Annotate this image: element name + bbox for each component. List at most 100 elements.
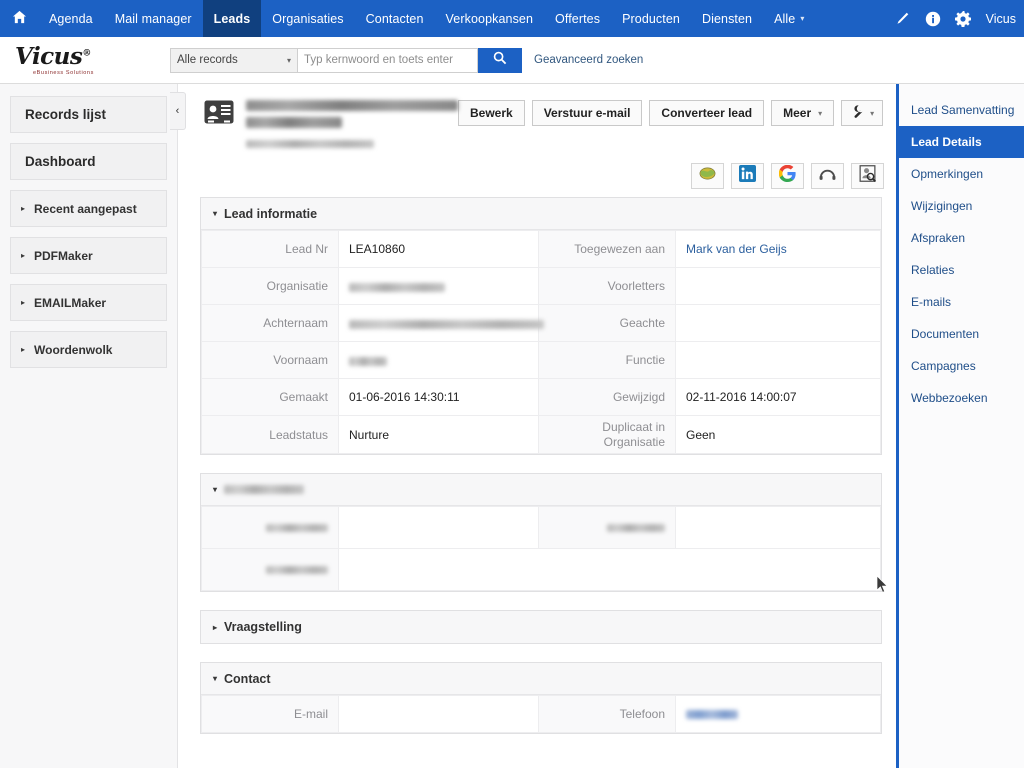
nav-item-organisaties[interactable]: Organisaties <box>261 0 354 37</box>
button-label: Converteer lead <box>661 106 753 120</box>
nav-item-label: Contacten <box>365 11 424 26</box>
chevron-right-icon: ▸ <box>213 622 218 632</box>
nav-item-producten[interactable]: Producten <box>611 0 691 37</box>
field-label <box>201 506 339 550</box>
converteer-lead-button[interactable]: Converteer lead <box>649 100 765 126</box>
field-label: Telefoon <box>538 695 676 734</box>
sidebar-item-woordenwolk[interactable]: ▸ Woordenwolk <box>10 331 167 368</box>
chevron-right-icon: ▸ <box>21 345 26 354</box>
top-navigation-bar: Agenda Mail manager Leads Organisaties Conta… <box>0 0 1024 37</box>
record-title-group <box>238 98 458 153</box>
gear-icon[interactable] <box>954 10 972 28</box>
field-label: Organisatie <box>201 267 339 306</box>
field-value[interactable] <box>675 506 881 550</box>
record-action-buttons: Bewerk Verstuur e-mail Converteer lead Meer… <box>458 98 896 126</box>
tab-documenten[interactable]: Documenten <box>899 318 1024 350</box>
sidebar-item-dashboard[interactable]: Dashboard <box>10 143 167 180</box>
user-menu[interactable]: Vicus <box>984 12 1016 26</box>
sidebar-item-label: Dashboard <box>25 154 96 169</box>
field-value[interactable]: LEA10860 <box>338 230 539 269</box>
pencil-icon[interactable] <box>894 10 912 28</box>
sidebar-item-pdfmaker[interactable]: ▸ PDFMaker <box>10 237 167 274</box>
tab-wijzigingen[interactable]: Wijzigingen <box>899 190 1024 222</box>
home-button[interactable] <box>0 0 38 37</box>
field-value-redacted <box>349 319 544 329</box>
logo-tagline: eBusiness Solutions <box>33 69 94 76</box>
record-title-redacted-line2 <box>246 117 342 128</box>
field-value[interactable]: Geen <box>675 415 881 455</box>
panel-header[interactable]: ▾ <box>201 474 881 507</box>
field-value[interactable] <box>338 341 539 380</box>
nav-item-mail-manager[interactable]: Mail manager <box>104 0 203 37</box>
nav-item-label: Producten <box>622 11 680 26</box>
nav-item-alle[interactable]: Alle ▾ <box>763 0 815 37</box>
field-value[interactable] <box>338 506 539 550</box>
field-value[interactable]: 02-11-2016 14:00:07 <box>675 378 881 417</box>
field-value[interactable] <box>675 267 881 306</box>
button-label: Verstuur e-mail <box>543 106 631 120</box>
field-value[interactable] <box>338 304 544 343</box>
google-lookup-button[interactable] <box>771 163 804 190</box>
tab-campagnes[interactable]: Campagnes <box>899 350 1024 382</box>
nav-item-label: Agenda <box>49 11 93 26</box>
field-label-redacted <box>266 566 328 575</box>
nav-item-leads[interactable]: Leads <box>202 0 262 37</box>
panel-header[interactable]: ▾ Lead informatie <box>201 198 881 231</box>
tools-button[interactable]: ▾ <box>841 100 884 126</box>
panel-header[interactable]: ▾ Contact <box>201 663 881 696</box>
field-value-redacted <box>349 282 445 292</box>
tab-e-mails[interactable]: E-mails <box>899 286 1024 318</box>
panel-title: Lead informatie <box>224 206 318 221</box>
field-label: Voorletters <box>538 267 676 306</box>
search-scope-select[interactable]: Alle records ▾ <box>170 47 298 73</box>
headset-lookup-button[interactable] <box>811 163 844 190</box>
sidebar-item-recent-aangepast[interactable]: ▸ Recent aangepast <box>10 190 167 227</box>
advanced-search-link[interactable]: Geavanceerd zoeken <box>534 54 643 66</box>
tab-afspraken[interactable]: Afspraken <box>899 222 1024 254</box>
sidebar-item-records-lijst[interactable]: Records lijst <box>10 96 167 133</box>
field-value[interactable]: 01-06-2016 14:30:11 <box>338 378 539 417</box>
field-value[interactable] <box>675 341 881 380</box>
field-value[interactable] <box>338 695 539 734</box>
meer-button[interactable]: Meer ▾ <box>771 100 835 126</box>
sidebar-item-label: Records lijst <box>25 107 107 122</box>
sidebar-item-emailmaker[interactable]: ▸ EMAILMaker <box>10 284 167 321</box>
field-value[interactable] <box>338 267 539 306</box>
verstuur-e-mail-button[interactable]: Verstuur e-mail <box>531 100 643 126</box>
linkedin-lookup-button[interactable] <box>731 163 764 190</box>
tab-opmerkingen[interactable]: Opmerkingen <box>899 158 1024 190</box>
field-value[interactable]: Nurture <box>338 415 539 455</box>
field-value[interactable] <box>675 304 881 343</box>
tab-relaties[interactable]: Relaties <box>899 254 1024 286</box>
info-icon[interactable] <box>924 10 942 28</box>
record-header: Bewerk Verstuur e-mail Converteer lead Meer… <box>178 84 896 163</box>
sidebar-collapse-handle[interactable]: ‹ <box>170 92 186 130</box>
bewerk-button[interactable]: Bewerk <box>458 100 525 126</box>
chevron-down-icon: ▾ <box>286 55 291 65</box>
field-value[interactable] <box>675 695 881 734</box>
nav-item-diensten[interactable]: Diensten <box>691 0 763 37</box>
nav-item-label: Verkoopkansen <box>445 11 534 26</box>
search-input[interactable] <box>298 47 478 73</box>
globe-lookup-button[interactable] <box>691 163 724 190</box>
nav-item-agenda[interactable]: Agenda <box>38 0 104 37</box>
nav-item-verkoopkansen[interactable]: Verkoopkansen <box>435 0 544 37</box>
tab-lead-details[interactable]: Lead Details <box>899 126 1024 158</box>
chevron-down-icon: ▾ <box>213 674 218 684</box>
field-value[interactable] <box>338 548 881 592</box>
field-value[interactable]: Mark van der Geijs <box>675 230 881 269</box>
panel-vraagstelling: ▸ Vraagstelling <box>200 610 882 645</box>
app-logo[interactable]: Vicus® eBusiness Solutions <box>0 37 170 83</box>
nav-item-contacten[interactable]: Contacten <box>355 0 435 37</box>
tab-webbezoeken[interactable]: Webbezoeken <box>899 382 1024 414</box>
tab-lead-samenvatting[interactable]: Lead Samenvatting <box>899 94 1024 126</box>
search-button[interactable] <box>478 47 522 73</box>
external-lookup-buttons <box>178 163 896 197</box>
field-row: Lead Nr LEA10860 Toegewezen aan Mark van de… <box>201 230 881 269</box>
panel-header[interactable]: ▸ Vraagstelling <box>201 611 881 644</box>
person-search-lookup-button[interactable] <box>851 163 884 190</box>
chevron-right-icon: ▸ <box>21 204 26 213</box>
nav-item-offertes[interactable]: Offertes <box>544 0 611 37</box>
contact-card-icon <box>204 98 238 129</box>
panel-title: Vraagstelling <box>224 620 302 635</box>
